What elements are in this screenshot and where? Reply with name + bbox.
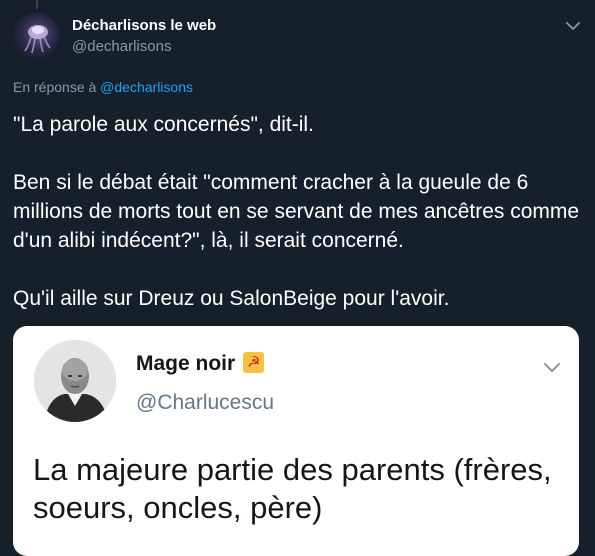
chevron-down-icon[interactable] — [541, 356, 563, 378]
tweet-text: "La parole aux concernés", dit-il. Ben s… — [13, 110, 583, 313]
quoted-author-name[interactable]: Mage noir ☭ — [136, 352, 265, 376]
tweet-paragraph: Qu'il aille sur Dreuz ou SalonBeige pour… — [13, 287, 450, 310]
quoted-tweet-card[interactable]: Mage noir ☭ @Charlucescu La majeure parti… — [13, 326, 579, 556]
quoted-author-avatar[interactable] — [34, 340, 116, 422]
tweet-paragraph: Ben si le débat était "comment cracher à… — [13, 171, 580, 252]
tweet-paragraph: "La parole aux concernés", dit-il. — [13, 113, 314, 136]
chevron-down-icon[interactable] — [564, 17, 582, 35]
reply-context: En réponse à @decharlisons — [13, 79, 193, 95]
quoted-author-handle[interactable]: @Charlucescu — [136, 391, 274, 415]
author-avatar[interactable] — [13, 13, 59, 59]
quoted-author-name-text: Mage noir — [136, 352, 236, 375]
quoted-tweet-text: La majeure partie des parents (frères, s… — [33, 452, 552, 525]
author-handle[interactable]: @decharlisons — [72, 38, 171, 55]
reply-prefix: En réponse à — [13, 79, 101, 95]
portrait-image — [34, 340, 116, 422]
hammer-sickle-glyph: ☭ — [246, 354, 261, 371]
author-name[interactable]: Décharlisons le web — [72, 17, 216, 34]
reply-handle-link[interactable]: @decharlisons — [100, 79, 193, 95]
jellyfish-image — [24, 25, 51, 54]
thread-connector-line — [36, 0, 38, 9]
hammer-sickle-icon: ☭ — [243, 352, 265, 373]
